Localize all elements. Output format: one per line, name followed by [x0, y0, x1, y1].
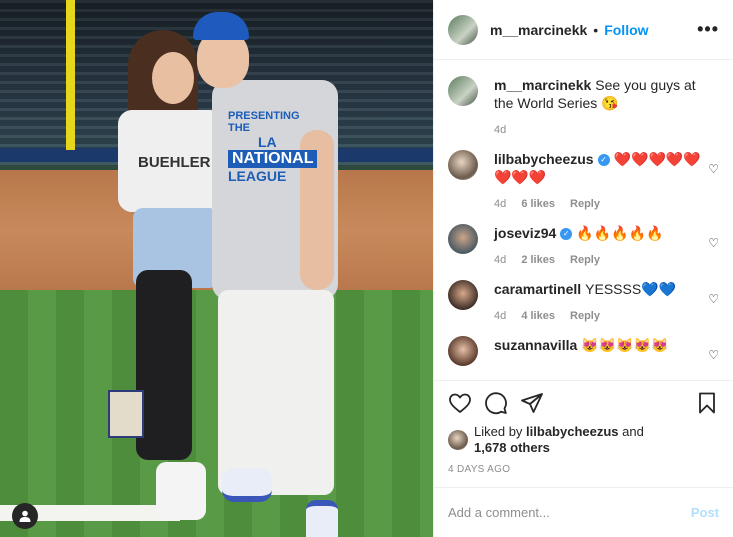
comment-time[interactable]: 4d [494, 254, 506, 266]
woman-shirt: BUEHLER [118, 110, 224, 212]
likes-count[interactable]: 1,678 others [474, 440, 550, 455]
caption-avatar[interactable] [448, 76, 478, 106]
person-icon [19, 510, 31, 522]
comment-like-heart-icon[interactable]: ♡ [708, 162, 719, 176]
likes-summary: Liked by lilbabycheezus and 1,678 others [434, 424, 733, 456]
woman-legs [136, 270, 192, 460]
more-options-icon[interactable]: ••• [697, 19, 719, 40]
caption: m__marcinekk See you guys at the World Se… [448, 76, 719, 136]
lanyard-badge [108, 390, 144, 438]
reply-button[interactable]: Reply [570, 254, 600, 266]
comment-avatar[interactable] [448, 336, 478, 366]
user-tag-icon[interactable] [12, 503, 38, 529]
liked-by-prefix: Liked by [474, 424, 523, 439]
shirt-line-4: LEAGUE [228, 168, 287, 184]
comment-like-heart-icon[interactable]: ♡ [708, 348, 719, 362]
comment-text: YESSSS💙💙 [585, 281, 677, 297]
separator-dot: • [593, 21, 599, 38]
comment-item: caramartinell YESSSS💙💙 4d 4 likes Reply ♡ [448, 280, 719, 322]
author-avatar[interactable] [448, 14, 478, 45]
post-header: m__marcinekk • Follow ••• [434, 0, 733, 60]
follow-button[interactable]: Follow [604, 22, 648, 38]
comment-text: 😻😻😻😻😻 [581, 337, 669, 353]
comment-likes[interactable]: 4 likes [521, 310, 555, 322]
liker-avatar[interactable] [448, 430, 468, 450]
comment-time[interactable]: 4d [494, 198, 506, 210]
field-grass [0, 290, 433, 537]
comment-avatar[interactable] [448, 150, 478, 180]
comment-likes[interactable]: 2 likes [521, 254, 555, 266]
author-username[interactable]: m__marcinekk [490, 22, 587, 38]
foul-pole [66, 0, 75, 150]
share-paper-plane-icon[interactable] [520, 391, 544, 415]
caption-time[interactable]: 4d [494, 124, 506, 136]
reply-button[interactable]: Reply [570, 198, 600, 210]
liked-by-and: and [622, 424, 644, 439]
man-pants [218, 290, 334, 495]
comment-like-heart-icon[interactable]: ♡ [708, 292, 719, 306]
instagram-post: BUEHLER PRESENTING THE LA NATIONAL LEAGU… [0, 0, 733, 537]
comment-item: lilbabycheezus ✓ ❤️❤️❤️❤️❤️❤️❤️❤️ 4d 6 lik… [448, 150, 719, 210]
comment-avatar[interactable] [448, 224, 478, 254]
post-side-panel: m__marcinekk • Follow ••• m__marcinekk Se… [433, 0, 733, 537]
comment-like-heart-icon[interactable]: ♡ [708, 236, 719, 250]
comment-likes[interactable]: 6 likes [521, 198, 555, 210]
comment-username[interactable]: joseviz94 [494, 225, 556, 241]
comment-item: suzannavilla 😻😻😻😻😻 ♡ [448, 336, 719, 366]
comment-item: joseviz94 ✓ 🔥🔥🔥🔥🔥 4d 2 likes Reply ♡ [448, 224, 719, 266]
comment-avatar[interactable] [448, 280, 478, 310]
post-timestamp[interactable]: 4 DAYS AGO [434, 456, 733, 475]
comment-username[interactable]: suzannavilla [494, 337, 577, 353]
shirt-line-1: PRESENTING THE [228, 110, 300, 134]
save-bookmark-icon[interactable] [695, 391, 719, 415]
comments-list[interactable]: m__marcinekk See you guys at the World Se… [434, 60, 733, 380]
woman-face [152, 52, 194, 104]
man-shoe-right [306, 500, 338, 537]
comment-bubble-icon[interactable] [484, 391, 508, 415]
comment-username[interactable]: lilbabycheezus [494, 151, 594, 167]
shirt-line-2: LA [258, 134, 277, 150]
shirt-print: PRESENTING THE LA NATIONAL LEAGUE [228, 110, 318, 210]
post-photo[interactable]: BUEHLER PRESENTING THE LA NATIONAL LEAGU… [0, 0, 433, 537]
verified-badge-icon: ✓ [560, 228, 573, 241]
post-comment-button[interactable]: Post [691, 505, 719, 520]
like-heart-icon[interactable] [448, 391, 472, 415]
caption-username[interactable]: m__marcinekk [494, 77, 591, 93]
comment-username[interactable]: caramartinell [494, 281, 581, 297]
add-comment-bar: Post [434, 487, 733, 537]
reply-button[interactable]: Reply [570, 310, 600, 322]
shirt-line-3: NATIONAL [228, 150, 318, 168]
woman-shoe [156, 462, 206, 520]
comment-text: 🔥🔥🔥🔥🔥 [576, 225, 664, 241]
comment-input[interactable] [448, 505, 691, 520]
liker-username[interactable]: lilbabycheezus [526, 424, 618, 439]
action-bar [434, 380, 733, 424]
comment-time[interactable]: 4d [494, 310, 506, 322]
man-shoe-left [222, 468, 272, 502]
verified-badge-icon: ✓ [597, 154, 610, 167]
